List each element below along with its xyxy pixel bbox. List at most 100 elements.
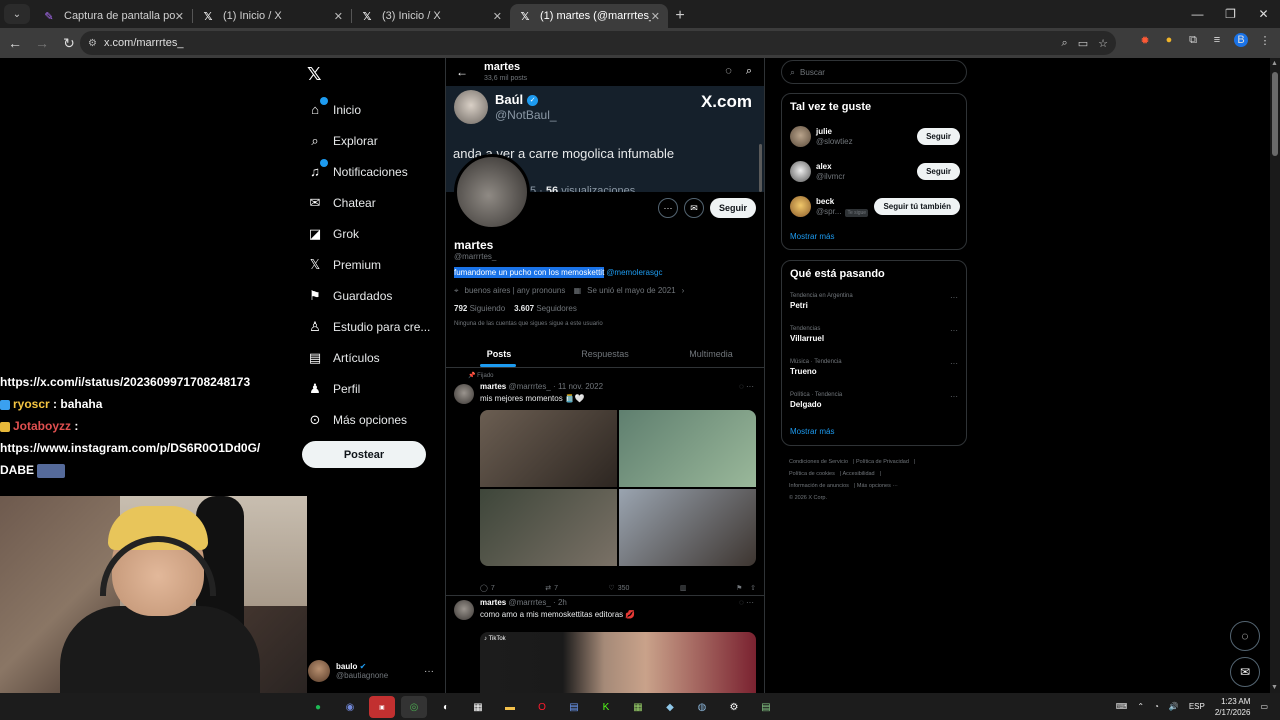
tweet[interactable]: martes @marrrtes_ · 2h ◌ ··· como amo a …	[446, 596, 764, 693]
tab-posts[interactable]: Posts	[446, 340, 552, 367]
like-button[interactable]: ♡ 350	[608, 584, 629, 593]
volume-icon[interactable]: 🔊	[1169, 702, 1179, 711]
sidebar-item-chatear[interactable]: ✉ Chatear	[306, 187, 436, 218]
sidebar-item-mas-opciones[interactable]: ⊙ Más opciones	[306, 404, 436, 435]
sidebar-item-articulos[interactable]: ▤ Artículos	[306, 342, 436, 373]
scrollbar-thumb[interactable]	[1272, 72, 1278, 156]
profile-joined[interactable]: Se unió el mayo de 2021	[587, 286, 676, 295]
zoom-icon[interactable]: ⌕	[1062, 37, 1068, 50]
media-image[interactable]	[480, 489, 617, 566]
obs-icon[interactable]: ◐	[433, 696, 459, 718]
more-dots-icon[interactable]: ···	[746, 598, 754, 607]
tab-multimedia[interactable]: Multimedia	[658, 340, 764, 367]
follow-button[interactable]: Seguir	[917, 163, 960, 180]
app-icon[interactable]: ▤	[753, 696, 779, 718]
sidebar-item-notificaciones[interactable]: ♫ Notificaciones	[306, 156, 436, 187]
minimize-icon[interactable]: —	[1181, 0, 1214, 28]
follow-back-button[interactable]: Seguir tú también	[874, 198, 960, 215]
more-dots-icon[interactable]: ···	[746, 382, 754, 391]
media-image[interactable]	[619, 489, 756, 566]
tweet-media-grid[interactable]	[480, 410, 756, 566]
bio-mention-link[interactable]: @memolerasgc	[606, 268, 662, 277]
show-more-link[interactable]: Mostrar más	[790, 232, 834, 241]
forward-arrow-icon[interactable]: →	[30, 31, 54, 55]
bookmark-star-icon[interactable]: ☆	[1098, 37, 1108, 50]
folder-icon[interactable]: ▬	[497, 696, 523, 718]
more-dots-icon[interactable]: ···	[950, 293, 958, 302]
sidebar-item-guardados[interactable]: ⚑ Guardados	[306, 280, 436, 311]
new-tab-button[interactable]: +	[668, 4, 692, 28]
steam-icon[interactable]: ◍	[689, 696, 715, 718]
close-icon[interactable]: ✕	[651, 10, 660, 23]
site-info-icon[interactable]: ⚙	[88, 38, 97, 49]
avatar[interactable]	[454, 600, 474, 620]
follow-suggestion[interactable]: alex @ilvmcr Seguir	[790, 159, 960, 185]
input-language[interactable]: ESP	[1189, 702, 1205, 711]
app-icon[interactable]: ▤	[561, 696, 587, 718]
browser-tab[interactable]: ✎ Captura de pantalla por Lightsh ✕	[34, 4, 192, 28]
scroll-up-icon[interactable]: ▲	[1271, 60, 1278, 67]
views-button[interactable]: ▥	[680, 584, 687, 592]
media-image[interactable]	[619, 410, 756, 487]
reload-icon[interactable]: ↻	[57, 31, 81, 55]
close-icon[interactable]: ✕	[334, 10, 343, 23]
browser-tab[interactable]: 𝕏 (3) Inicio / X ✕	[352, 4, 510, 28]
following-link[interactable]: 792 Siguiendo	[454, 304, 505, 313]
address-bar[interactable]: ⚙ x.com/marrrtes_ ⌕ ▭ ☆	[80, 31, 1116, 55]
back-arrow-icon[interactable]: ←	[456, 65, 468, 79]
search-icon[interactable]: ⌕	[746, 65, 752, 78]
app-icon[interactable]: ▣	[369, 696, 395, 718]
tweet-author[interactable]: martes	[480, 382, 506, 391]
settings-icon[interactable]: ⚙	[721, 696, 747, 718]
chrome-icon[interactable]: ◎	[401, 696, 427, 718]
grok-icon[interactable]: ◌	[725, 65, 732, 78]
browser-tab[interactable]: 𝕏 (1) Inicio / X ✕	[193, 4, 351, 28]
x-logo-icon[interactable]: 𝕏	[307, 64, 322, 85]
opera-icon[interactable]: O	[529, 696, 555, 718]
bookmark-button[interactable]: ⚑ ⇧	[737, 584, 756, 592]
follow-button[interactable]: Seguir	[709, 198, 756, 218]
footer-link[interactable]: Política de Privacidad	[856, 459, 909, 465]
footer-link[interactable]: Condiciones de Servicio	[789, 459, 848, 465]
trend-item[interactable]: Tendencia en Argentina Petri ···	[790, 293, 960, 310]
grok-icon[interactable]: ◌	[739, 598, 744, 607]
messages-fab[interactable]: ✉	[1230, 657, 1260, 687]
more-dots-icon[interactable]: ···	[950, 359, 958, 368]
sidebar-item-grok[interactable]: ◪ Grok	[306, 218, 436, 249]
sidebar-item-inicio[interactable]: ⌂ Inicio	[306, 94, 436, 125]
avatar[interactable]	[790, 161, 811, 182]
menu-dots-icon[interactable]: ⋮	[1258, 33, 1272, 47]
notifications-icon[interactable]: ▭	[1260, 702, 1268, 711]
account-switcher[interactable]: baulo ✔ @bautiagnone ···	[308, 656, 438, 686]
follow-suggestion[interactable]: beck @spr... Te sigue Seguir tú también	[790, 194, 960, 220]
trend-item[interactable]: Política · Tendencia Delgado ···	[790, 392, 960, 409]
discord-icon[interactable]: ◉	[337, 696, 363, 718]
repost-button[interactable]: ⇄ 7	[545, 584, 558, 593]
extension-icon[interactable]: ●	[1162, 33, 1176, 47]
profile-avatar[interactable]	[454, 154, 530, 230]
search-input[interactable]: ⌕ Buscar	[781, 60, 967, 84]
kick-icon[interactable]: K	[593, 696, 619, 718]
page-scrollbar[interactable]: ▲ ▼	[1270, 58, 1280, 693]
app-icon[interactable]: ▦	[625, 696, 651, 718]
browser-tab-active[interactable]: 𝕏 (1) martes (@marrrtes_) / X ✕	[510, 4, 668, 28]
follow-button[interactable]: Seguir	[917, 128, 960, 145]
capcut-icon[interactable]: ▦	[465, 696, 491, 718]
sidebar-item-premium[interactable]: 𝕏 Premium	[306, 249, 436, 280]
install-icon[interactable]: ▭	[1078, 37, 1088, 50]
tab-search-button[interactable]: ⌄	[4, 4, 30, 24]
follow-suggestion[interactable]: julie @slowtiez Seguir	[790, 124, 960, 150]
footer-link[interactable]: Política de cookies	[789, 471, 835, 477]
media-image[interactable]	[480, 410, 617, 487]
tweet-author[interactable]: martes	[480, 598, 506, 607]
post-button[interactable]: Postear	[302, 441, 426, 468]
followers-link[interactable]: 3.607 Seguidores	[514, 304, 577, 313]
spotify-icon[interactable]: ●	[305, 696, 331, 718]
media-icon[interactable]: ≡	[1210, 33, 1224, 47]
reply-button[interactable]: ◯ 7	[480, 584, 495, 593]
sidebar-item-estudio[interactable]: ♙ Estudio para cre...	[306, 311, 436, 342]
avatar[interactable]	[454, 384, 474, 404]
footer-link[interactable]: Información de anuncios	[789, 483, 849, 489]
close-icon[interactable]: ✕	[175, 10, 184, 23]
keyboard-icon[interactable]: ⌨	[1116, 702, 1128, 711]
